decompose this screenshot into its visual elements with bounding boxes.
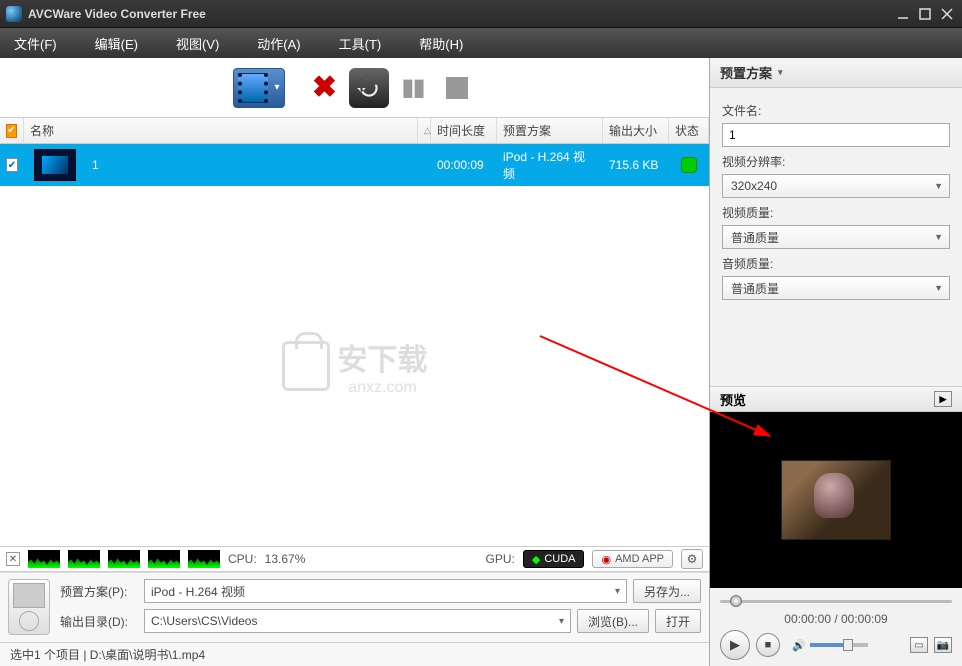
status-bar: 选中1 个项目 | D:\桌面\说明书\1.mp4 xyxy=(0,642,709,666)
cpu-graph-icon xyxy=(68,550,100,568)
cpu-bar: ✕ CPU: 13.67% GPU: ◆CUDA ◉AMD APP ⚙ xyxy=(0,546,709,572)
preview-frame xyxy=(781,460,891,540)
row-checkbox[interactable]: ✔ xyxy=(6,158,18,172)
menu-view[interactable]: 视图(V) xyxy=(176,34,219,53)
volume-slider[interactable] xyxy=(810,643,868,647)
settings-button[interactable]: ⚙ xyxy=(681,549,703,569)
select-all-checkbox[interactable]: ✔ xyxy=(0,118,24,143)
sort-indicator-icon: △ xyxy=(418,118,431,143)
gpu-label: GPU: xyxy=(486,552,515,566)
maximize-button[interactable] xyxy=(916,6,934,22)
device-icon[interactable] xyxy=(8,579,50,635)
seek-slider[interactable] xyxy=(720,594,952,608)
status-ready-icon xyxy=(681,157,697,173)
window-title: AVCWare Video Converter Free xyxy=(28,7,894,21)
profile-panel-header[interactable]: 预置方案 xyxy=(710,58,962,88)
cpu-value: 13.67% xyxy=(265,552,306,566)
profile-label: 预置方案(P): xyxy=(60,583,138,600)
pause-button[interactable]: ▮▮ xyxy=(393,68,433,108)
cpu-label: CPU: xyxy=(228,552,257,566)
minimize-button[interactable] xyxy=(894,6,912,22)
row-name: 1 xyxy=(86,158,431,172)
profile-combo[interactable]: iPod - H.264 视频 xyxy=(144,579,627,603)
amd-app-button[interactable]: ◉AMD APP xyxy=(592,550,673,568)
output-combo[interactable]: C:\Users\CS\Videos xyxy=(144,609,571,633)
list-body: 安下载 anxz.com xyxy=(0,186,709,546)
status-text: 选中1 个项目 | D:\桌面\说明书\1.mp4 xyxy=(10,646,205,663)
row-profile: iPod - H.264 视频 xyxy=(497,148,603,182)
playback-time: 00:00:00 / 00:00:09 xyxy=(720,612,952,626)
cpu-graph-icon xyxy=(108,550,140,568)
browse-button[interactable]: 浏览(B)... xyxy=(577,609,649,633)
resolution-combo[interactable]: 320x240 xyxy=(722,174,950,198)
video-quality-combo[interactable]: 普通质量 xyxy=(722,225,950,249)
audio-quality-combo[interactable]: 普通质量 xyxy=(722,276,950,300)
row-thumbnail xyxy=(34,149,76,181)
playback-controls: 00:00:00 / 00:00:09 ▶ ■ 🔊 ▭ 📷 xyxy=(710,588,962,666)
cpu-graph-icon xyxy=(148,550,180,568)
col-duration[interactable]: 时间长度 xyxy=(431,118,497,143)
cuda-button[interactable]: ◆CUDA xyxy=(523,550,585,568)
col-status[interactable]: 状态 xyxy=(669,118,709,143)
snapshot-button[interactable]: 📷 xyxy=(934,637,952,653)
app-logo-icon xyxy=(6,6,22,22)
cpu-graph-icon xyxy=(188,550,220,568)
menu-help[interactable]: 帮助(H) xyxy=(419,34,463,53)
delete-button[interactable]: ✖ xyxy=(305,68,345,108)
stop-playback-button[interactable]: ■ xyxy=(756,633,780,657)
watermark-bag-icon xyxy=(282,341,330,391)
save-as-button[interactable]: 另存为... xyxy=(633,579,701,603)
filename-input[interactable] xyxy=(722,123,950,147)
video-quality-label: 视频质量: xyxy=(722,204,950,221)
bottom-panel: 预置方案(P): iPod - H.264 视频 另存为... 输出目录(D):… xyxy=(0,572,709,642)
col-profile[interactable]: 预置方案 xyxy=(497,118,603,143)
col-name[interactable]: 名称 xyxy=(24,118,418,143)
menu-tools[interactable]: 工具(T) xyxy=(339,34,382,53)
menu-file[interactable]: 文件(F) xyxy=(14,34,57,53)
menu-edit[interactable]: 编辑(E) xyxy=(95,34,138,53)
toolbar: ✖ ▮▮ xyxy=(0,58,709,118)
add-file-button[interactable] xyxy=(233,68,285,108)
audio-quality-label: 音频质量: xyxy=(722,255,950,272)
list-header: ✔ 名称 △ 时间长度 预置方案 输出大小 状态 xyxy=(0,118,709,144)
cpu-graph-icon xyxy=(28,550,60,568)
row-size: 715.6 KB xyxy=(603,158,669,172)
stop-button[interactable] xyxy=(437,68,477,108)
close-button[interactable] xyxy=(938,6,956,22)
open-button[interactable]: 打开 xyxy=(655,609,701,633)
convert-button[interactable] xyxy=(349,68,389,108)
snapshot-folder-button[interactable]: ▭ xyxy=(910,637,928,653)
row-duration: 00:00:09 xyxy=(431,158,497,172)
menu-action[interactable]: 动作(A) xyxy=(257,34,300,53)
table-row[interactable]: ✔ 1 00:00:09 iPod - H.264 视频 715.6 KB xyxy=(0,144,709,186)
filename-label: 文件名: xyxy=(722,102,950,119)
title-bar: AVCWare Video Converter Free xyxy=(0,0,962,28)
play-button[interactable]: ▶ xyxy=(720,630,750,660)
volume-icon[interactable]: 🔊 xyxy=(792,639,806,652)
annotation-arrow-icon xyxy=(340,306,780,516)
close-cpu-icon[interactable]: ✕ xyxy=(6,552,20,566)
menu-bar: 文件(F) 编辑(E) 视图(V) 动作(A) 工具(T) 帮助(H) xyxy=(0,28,962,58)
gear-icon: ⚙ xyxy=(687,552,698,566)
output-label: 输出目录(D): xyxy=(60,613,138,630)
col-size[interactable]: 输出大小 xyxy=(603,118,669,143)
preview-popout-button[interactable]: ▶ xyxy=(934,391,952,407)
resolution-label: 视频分辨率: xyxy=(722,153,950,170)
